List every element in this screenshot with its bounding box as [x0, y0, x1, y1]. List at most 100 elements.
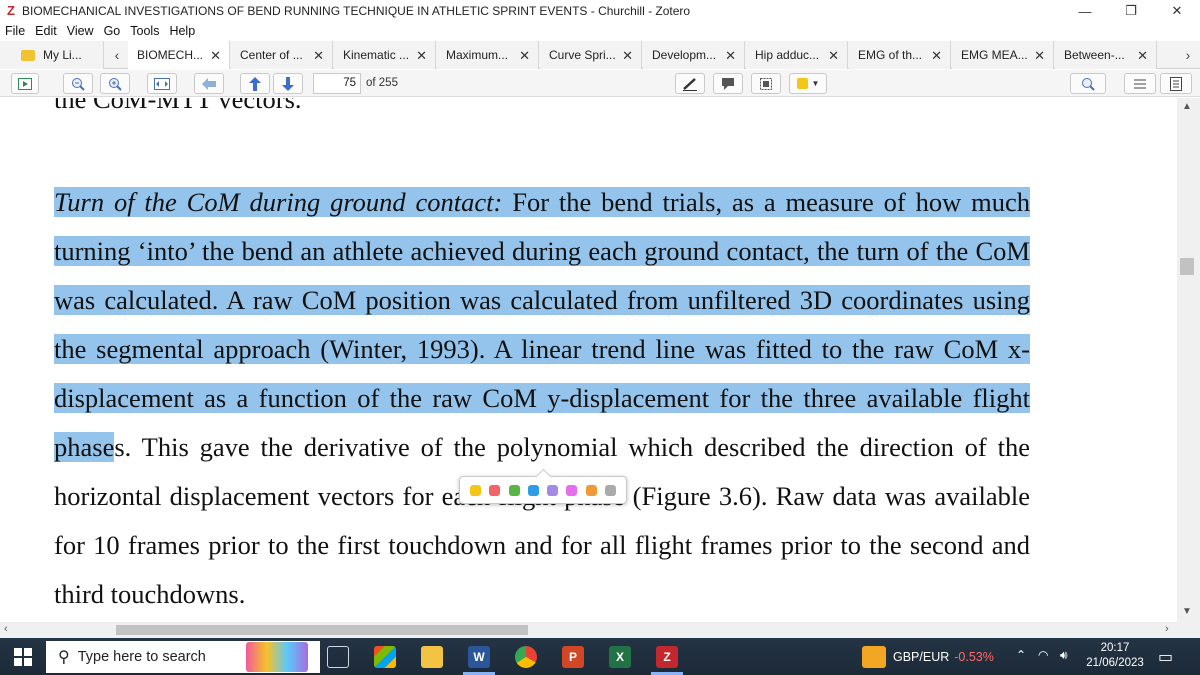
scroll-right-icon[interactable]: › — [1165, 623, 1169, 635]
tab-curve-spri[interactable]: Curve Spri... ✕ — [540, 41, 642, 69]
scroll-up-icon[interactable]: ▲ — [1182, 101, 1192, 112]
color-swatch-purple[interactable] — [547, 484, 559, 496]
navigate-back-button[interactable] — [194, 73, 224, 94]
search-icon — [1082, 77, 1095, 91]
search-highlight-icon[interactable] — [246, 642, 308, 672]
horizontal-scrollbar[interactable]: ‹ › — [0, 622, 1200, 638]
close-tab-icon[interactable]: ✕ — [828, 48, 839, 64]
zoom-in-icon — [109, 77, 122, 91]
next-page-button[interactable] — [273, 73, 303, 94]
previous-page-button[interactable] — [240, 73, 270, 94]
tab-kinematic[interactable]: Kinematic ... ✕ — [334, 41, 436, 69]
close-tab-icon[interactable]: ✕ — [622, 48, 633, 64]
color-swatch-magenta[interactable] — [566, 484, 578, 496]
note-tool-button[interactable] — [713, 73, 743, 94]
zotero-taskbar-icon[interactable]: Z — [656, 646, 678, 668]
window-title: BIOMECHANICAL INVESTIGATIONS OF BEND RUN… — [22, 4, 691, 18]
color-swatch-gray[interactable] — [604, 484, 616, 496]
windows-start-icon[interactable] — [14, 648, 32, 666]
highlighted-text: For the bend trials, as a measure of how… — [54, 187, 1030, 462]
color-swatch-green[interactable] — [508, 484, 520, 496]
tab-label: EMG of th... — [858, 48, 923, 62]
menu-tools[interactable]: Tools — [125, 24, 164, 38]
system-clock[interactable]: 20:17 21/06/2023 — [1085, 641, 1145, 671]
minimize-button[interactable]: — — [1062, 0, 1108, 22]
search-icon: ⚲ — [58, 649, 70, 666]
show-hidden-icons-icon[interactable]: ⌃ — [1016, 648, 1026, 662]
paragraph-heading: Turn of the CoM during ground contact: — [54, 187, 503, 217]
clock-date: 21/06/2023 — [1086, 657, 1144, 669]
close-tab-icon[interactable]: ✕ — [931, 48, 942, 64]
close-window-button[interactable]: ✕ — [1154, 0, 1200, 22]
clock-time: 20:17 — [1100, 642, 1130, 654]
tab-developm[interactable]: Developm... ✕ — [643, 41, 745, 69]
microsoft-store-icon[interactable] — [374, 646, 396, 668]
tab-label: Curve Spri... — [549, 48, 616, 62]
menu-go[interactable]: Go — [99, 24, 126, 38]
arrow-down-icon — [282, 76, 294, 91]
scroll-left-icon[interactable]: ‹ — [4, 623, 8, 635]
page-number-input[interactable]: 75 — [313, 73, 361, 94]
color-swatch-blue[interactable] — [527, 484, 539, 496]
tab-center-of[interactable]: Center of ... ✕ — [231, 41, 333, 69]
tab-scroll-left-icon[interactable]: ‹ — [106, 41, 128, 69]
restore-button[interactable]: ❐ — [1108, 0, 1154, 22]
volume-icon[interactable]: 🔊︎ — [1060, 648, 1068, 663]
scroll-down-icon[interactable]: ▼ — [1182, 606, 1192, 617]
close-tab-icon[interactable]: ✕ — [1034, 48, 1045, 64]
powerpoint-icon[interactable]: P — [562, 646, 584, 668]
area-select-button[interactable] — [751, 73, 781, 94]
vertical-scroll-thumb[interactable] — [1180, 258, 1194, 275]
task-view-icon[interactable] — [327, 646, 349, 668]
file-explorer-icon[interactable] — [421, 646, 443, 668]
color-swatch-orange[interactable] — [585, 484, 597, 496]
ticker-label: GBP/EUR — [893, 650, 950, 664]
tab-label: BIOMECH... — [137, 47, 204, 62]
tab-biomech[interactable]: BIOMECH... ✕ — [128, 41, 230, 69]
close-tab-icon[interactable]: ✕ — [313, 48, 324, 64]
highlight-color-dropdown[interactable]: ▼ — [789, 73, 827, 94]
list-icon — [1134, 79, 1146, 88]
notifications-icon[interactable]: ▭ — [1158, 647, 1173, 667]
chrome-icon[interactable] — [515, 646, 537, 668]
tab-emg-mea[interactable]: EMG MEA... ✕ — [952, 41, 1054, 69]
notes-pane-button[interactable] — [1160, 73, 1192, 94]
zoom-in-button[interactable] — [100, 73, 130, 94]
tab-emg-of-th[interactable]: EMG of th... ✕ — [849, 41, 951, 69]
menu-file[interactable]: File — [0, 24, 30, 38]
chevron-down-icon: ▼ — [811, 79, 820, 88]
close-tab-icon[interactable]: ✕ — [519, 48, 530, 64]
toggle-sidebar-button[interactable] — [11, 73, 39, 94]
ticker-widget[interactable]: GBP/EUR -0.53% — [893, 650, 994, 664]
find-button[interactable] — [1070, 73, 1106, 94]
close-tab-icon[interactable]: ✕ — [725, 48, 736, 64]
tab-maximum[interactable]: Maximum... ✕ — [437, 41, 539, 69]
color-swatch-red[interactable] — [489, 484, 501, 496]
paragraph: Turn of the CoM during ground contact: F… — [54, 178, 1030, 619]
wifi-icon[interactable]: ◠ — [1038, 648, 1048, 662]
vertical-scrollbar[interactable]: ▲ ▼ — [1177, 98, 1200, 622]
menu-view[interactable]: View — [62, 24, 99, 38]
color-swatch-yellow[interactable] — [470, 484, 482, 496]
color-swatch-icon — [796, 78, 808, 89]
menu-edit[interactable]: Edit — [30, 24, 62, 38]
horizontal-scroll-thumb[interactable] — [116, 625, 528, 635]
highlight-tool-button[interactable] — [675, 73, 705, 94]
pdf-page: the CoM-MTT vectors. Turn of the CoM dur… — [0, 98, 1177, 622]
close-tab-icon[interactable]: ✕ — [416, 48, 427, 64]
tab-library[interactable]: My Li... — [0, 41, 104, 69]
zoom-out-button[interactable] — [63, 73, 93, 94]
tab-between[interactable]: Between-... ✕ — [1055, 41, 1157, 69]
paragraph-text: s. This gave the derivative of the polyn… — [54, 432, 1030, 609]
tab-scroll-right-icon[interactable]: › — [1177, 41, 1199, 69]
cut-off-line: the CoM-MTT vectors. — [54, 98, 302, 114]
close-tab-icon[interactable]: ✕ — [210, 48, 221, 64]
word-icon[interactable]: W — [468, 646, 490, 668]
menu-help[interactable]: Help — [164, 24, 200, 38]
close-tab-icon[interactable]: ✕ — [1137, 48, 1148, 64]
tab-hip-adduc[interactable]: Hip adduc... ✕ — [746, 41, 848, 69]
arrow-left-icon — [202, 77, 216, 90]
toggle-context-pane-button[interactable] — [1124, 73, 1156, 94]
fit-width-button[interactable] — [147, 73, 177, 94]
excel-icon[interactable]: X — [609, 646, 631, 668]
